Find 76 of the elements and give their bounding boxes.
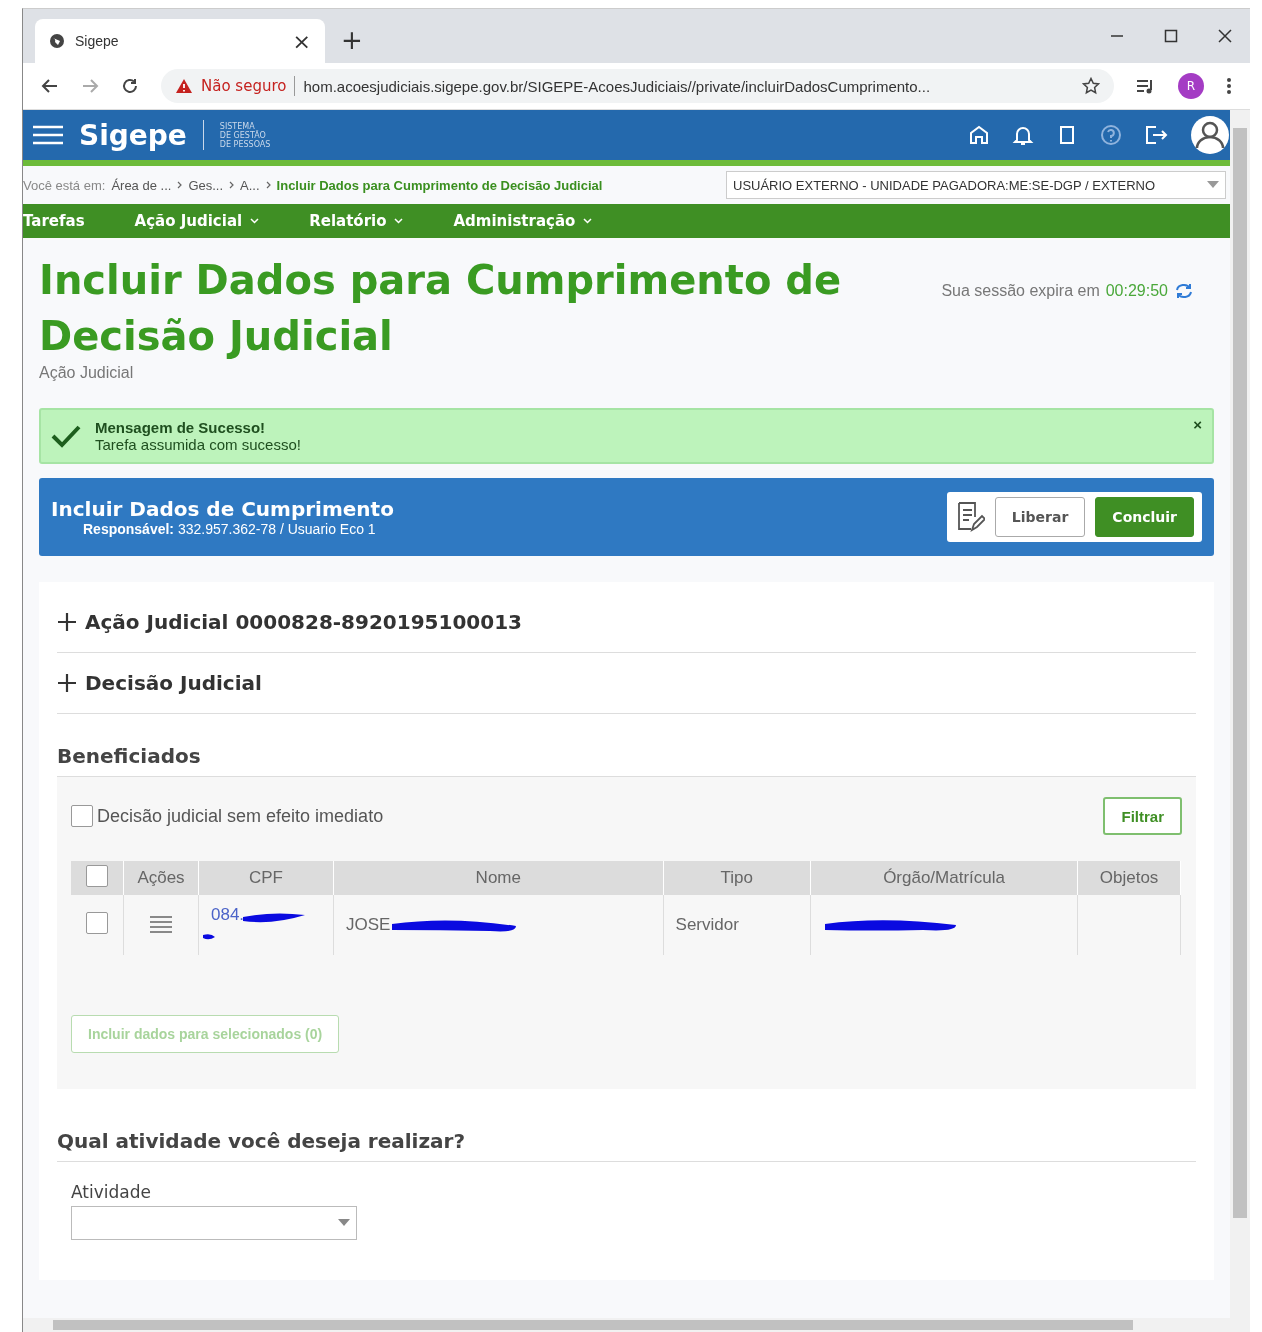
help-icon[interactable] [1100, 124, 1122, 146]
globe-icon [49, 33, 65, 49]
new-tab-button[interactable]: + [341, 25, 363, 55]
home-icon[interactable] [968, 124, 990, 146]
caret-icon [394, 218, 404, 224]
app-logo: Sigepe [79, 118, 187, 152]
refresh-icon[interactable] [1174, 282, 1194, 300]
chevron-icon [229, 181, 235, 189]
url-text: hom.acoesjudiciais.sigepe.gov.br/SIGEPE-AcoesJudiciais//private/incluirDadosCumprimento... [303, 77, 932, 95]
page-subtitle: Ação Judicial [39, 364, 135, 382]
dropdown-caret-icon [1207, 181, 1219, 189]
menu-item[interactable]: Tarefas [23, 212, 85, 230]
warning-icon [175, 78, 193, 94]
column-header: Objetos [1077, 861, 1181, 895]
list-menu-icon[interactable] [150, 915, 172, 936]
alert-message: Tarefa assumida com sucesso! [95, 436, 302, 453]
checkmark-icon [51, 424, 81, 448]
row-checkbox[interactable] [86, 911, 108, 934]
filter-button[interactable]: Filtrar [1103, 797, 1182, 835]
vertical-scrollbar[interactable] [1230, 110, 1250, 1318]
menu-item[interactable]: Ação Judicial [134, 212, 260, 230]
caret-icon [583, 218, 593, 224]
back-arrow-icon[interactable] [41, 77, 59, 95]
column-header: Nome [333, 861, 664, 895]
chevron-icon [177, 181, 183, 189]
logo-subtitle: SISTEMA DE GESTÃO DE PESSOAS [219, 121, 271, 149]
session-timer: 00:29:50 [1105, 282, 1168, 300]
field-label: Atividade [71, 1182, 152, 1202]
reload-icon[interactable] [121, 77, 139, 95]
address-bar[interactable]: Não seguro hom.acoesjudiciais.sigepe.gov.br/SIGEPE-AcoesJudiciais//private/incluirDadosCumprimento... [161, 69, 1114, 103]
menu-item[interactable]: Relatório [309, 212, 404, 230]
table-cell: JOSE [346, 915, 391, 934]
column-header: Órgão/Matrícula [810, 861, 1078, 895]
breadcrumb-prefix: Você está em: [23, 177, 106, 193]
caret-icon [250, 218, 260, 224]
user-avatar-icon[interactable] [1190, 115, 1230, 155]
conclude-button[interactable]: Concluir [1095, 497, 1194, 537]
alert-title: Mensagem de Sucesso! [95, 419, 267, 436]
task-title: Incluir Dados de Cumprimento [51, 497, 394, 521]
close-tab-button[interactable]: × [292, 28, 311, 54]
security-label: Não seguro [201, 77, 287, 95]
close-icon[interactable] [1218, 29, 1232, 43]
breadcrumb-link[interactable]: A... [240, 177, 260, 193]
cpf-link[interactable]: 084. [211, 905, 245, 924]
checkbox[interactable] [71, 805, 93, 827]
menu-item[interactable]: Administração [453, 212, 593, 230]
horizontal-scrollbar[interactable] [23, 1318, 1250, 1332]
breadcrumb-link[interactable]: Incluir Dados para Cumprimento de Decisão Judicial [276, 177, 603, 193]
star-icon[interactable] [1082, 77, 1100, 95]
breadcrumb-link[interactable]: Área de ... [111, 177, 172, 193]
alert-close-button[interactable]: × [1193, 416, 1202, 433]
checkbox-label: Decisão judicial sem efeito imediato [97, 805, 384, 827]
menu-icon[interactable] [33, 125, 63, 145]
profile-avatar[interactable]: R [1178, 73, 1204, 99]
profile-select[interactable]: USUÁRIO EXTERNO - UNIDADE PAGADORA:ME:SE-DGP / EXTERNO [726, 171, 1226, 199]
dropdown-caret-icon [338, 1219, 350, 1227]
menu-dots-icon[interactable] [1226, 77, 1232, 95]
bell-icon[interactable] [1012, 124, 1034, 146]
release-button[interactable]: Liberar [994, 497, 1086, 537]
accordion-header[interactable]: Ação Judicial 0000828-8920195100013 [57, 592, 1196, 653]
chevron-icon [265, 181, 271, 189]
logout-icon[interactable] [1144, 124, 1168, 146]
page-title: Incluir Dados para Cumprimento de Decisão Judicial [39, 256, 843, 361]
maximize-icon[interactable] [1164, 29, 1178, 43]
table-cell: Servidor [663, 895, 811, 955]
breadcrumb-link[interactable]: Ges... [188, 177, 224, 193]
accordion-header[interactable]: Decisão Judicial [57, 653, 1196, 714]
select-all-checkbox[interactable] [86, 864, 108, 887]
session-text: Sua sessão expira em [941, 282, 1100, 300]
column-header: Tipo [663, 861, 811, 895]
tab-title: Sigepe [75, 33, 120, 49]
task-responsible: Responsável: 332.957.362-78 / Usuario Eco 1 [82, 521, 377, 537]
column-header: CPF [198, 861, 334, 895]
column-header: Ações [123, 861, 199, 895]
browser-tab[interactable]: Sigepe × [35, 19, 325, 63]
section-heading: Qual atividade você deseja realizar? [57, 1089, 1196, 1162]
